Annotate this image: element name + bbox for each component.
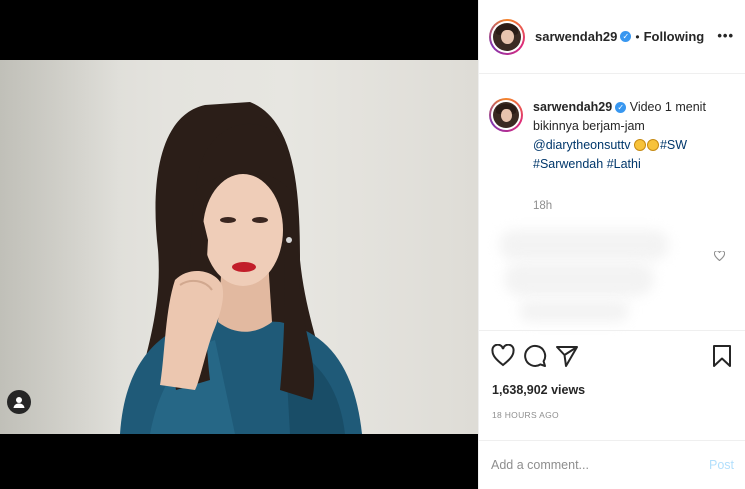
- caption-avatar[interactable]: [489, 98, 523, 132]
- post-header: sarwendah29 ✓ • Following •••: [479, 0, 745, 74]
- avatar[interactable]: [489, 18, 525, 55]
- post-caption: sarwendah29 ✓ Video 1 menit bikinnya berj…: [489, 98, 739, 174]
- caption-username[interactable]: sarwendah29: [533, 100, 612, 114]
- share-icon[interactable]: [555, 344, 579, 368]
- blurred-comment: [499, 222, 679, 332]
- post-sidebar: sarwendah29 ✓ • Following ••• sarwendah2…: [478, 0, 745, 489]
- post-media-pane: [0, 0, 478, 489]
- header-username[interactable]: sarwendah29: [535, 29, 617, 44]
- video-still-image: [120, 102, 362, 434]
- caption-line-1: Video 1 menit: [629, 100, 706, 114]
- laughing-emoji-icon: [646, 139, 659, 151]
- caption-timestamp: 18h: [533, 200, 553, 212]
- caption-text: sarwendah29 ✓ Video 1 menit bikinnya berj…: [533, 98, 706, 174]
- hashtag-sarwendah-link[interactable]: #Sarwendah: [533, 157, 603, 171]
- views-count[interactable]: 1,638,902 views: [492, 383, 585, 397]
- post-comment-button[interactable]: Post: [709, 458, 734, 472]
- add-comment-bar: Post: [479, 440, 745, 489]
- post-actions: 1,638,902 views 18 HOURS AGO: [479, 330, 745, 430]
- post-age: 18 HOURS AGO: [492, 410, 559, 420]
- follow-separator: •: [635, 29, 640, 44]
- mention-link[interactable]: @diarytheonsuttv: [533, 138, 630, 152]
- heart-icon[interactable]: [491, 344, 515, 368]
- small-heart-icon[interactable]: [713, 250, 726, 264]
- verified-badge-icon: ✓: [615, 102, 627, 113]
- caption-line-2: bikinnya berjam-jam: [533, 119, 645, 133]
- following-button[interactable]: Following: [644, 29, 705, 44]
- laughing-emoji-icon: [633, 139, 646, 151]
- hashtag-lathi-link[interactable]: #Lathi: [607, 157, 641, 171]
- more-options-button[interactable]: •••: [717, 28, 734, 43]
- hashtag-sw-link[interactable]: #SW: [660, 138, 687, 152]
- verified-badge-icon: ✓: [620, 31, 632, 42]
- comment-input[interactable]: [491, 458, 709, 472]
- user-tag-icon[interactable]: [7, 390, 31, 414]
- comment-icon[interactable]: [523, 344, 547, 368]
- bookmark-icon[interactable]: [710, 344, 734, 368]
- post-video[interactable]: [0, 60, 478, 434]
